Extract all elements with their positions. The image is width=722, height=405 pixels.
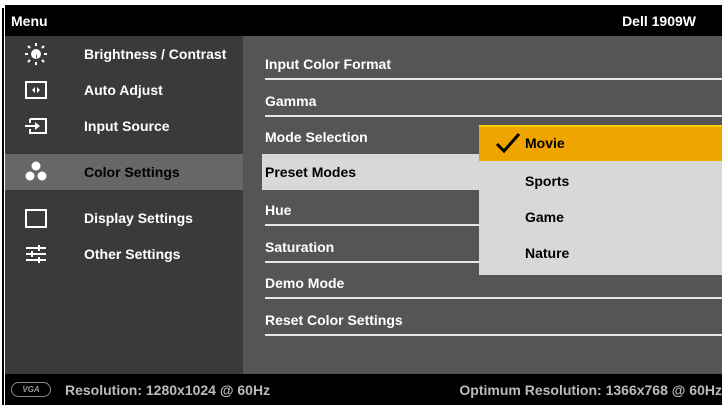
- sidebar: Brightness / Contrast Auto Adjust Input …: [5, 36, 243, 375]
- sidebar-item-label: Auto Adjust: [84, 82, 163, 98]
- vga-connector-icon: VGA: [11, 382, 51, 397]
- menu-row-input-color-format[interactable]: Input Color Format: [265, 46, 722, 80]
- menu-row-label: Demo Mode: [265, 275, 345, 291]
- optimum-resolution: Optimum Resolution: 1366x768 @ 60Hz: [459, 382, 722, 398]
- menu-row-label: Input Color Format: [265, 56, 391, 72]
- row-divider: [265, 78, 722, 80]
- sidebar-item-other-settings[interactable]: Other Settings: [5, 236, 243, 272]
- menu-row-preset-modes[interactable]: Preset Modes: [262, 154, 479, 190]
- brightness-icon: [23, 42, 49, 66]
- preset-option-sports[interactable]: Sports: [479, 163, 722, 199]
- menu-row-gamma[interactable]: Gamma: [265, 83, 722, 117]
- color-settings-icon: [23, 160, 49, 184]
- sidebar-item-color-settings[interactable]: Color Settings: [5, 154, 243, 190]
- preset-modes-submenu: Movie Sports Game Nature: [479, 125, 722, 275]
- menu-row-reset-color-settings[interactable]: Reset Color Settings: [265, 302, 722, 336]
- row-divider: [265, 115, 722, 117]
- preset-option-label: Game: [525, 209, 564, 225]
- preset-option-nature[interactable]: Nature: [479, 235, 722, 271]
- sidebar-item-label: Input Source: [84, 118, 170, 134]
- menu-row-label: Reset Color Settings: [265, 312, 403, 328]
- menu-row-label: Saturation: [265, 239, 335, 255]
- sidebar-item-display-settings[interactable]: Display Settings: [5, 200, 243, 236]
- sidebar-item-auto-adjust[interactable]: Auto Adjust: [5, 72, 243, 108]
- osd-footer: VGA Resolution: 1280x1024 @ 60Hz Optimum…: [5, 374, 722, 405]
- menu-row-label: Preset Modes: [265, 164, 357, 180]
- menu-title: Menu: [11, 13, 48, 29]
- preset-option-game[interactable]: Game: [479, 199, 722, 235]
- menu-row-label: Mode Selection: [265, 129, 368, 145]
- preset-option-label: Nature: [525, 245, 570, 261]
- row-divider: [265, 334, 722, 336]
- model-name: Dell 1909W: [622, 13, 696, 29]
- osd-header: Menu Dell 1909W: [5, 5, 722, 36]
- row-divider: [265, 297, 722, 299]
- sidebar-item-label: Other Settings: [84, 246, 181, 262]
- sidebar-item-label: Display Settings: [84, 210, 193, 226]
- menu-row-label: Gamma: [265, 93, 317, 109]
- auto-adjust-icon: [23, 78, 49, 102]
- display-settings-icon: [23, 206, 49, 230]
- current-resolution: Resolution: 1280x1024 @ 60Hz: [65, 382, 271, 398]
- menu-row-hue[interactable]: Hue: [265, 192, 480, 226]
- sidebar-item-input-source[interactable]: Input Source: [5, 108, 243, 144]
- checkmark-icon: [495, 132, 521, 157]
- row-divider: [265, 261, 480, 263]
- preset-option-label: Movie: [525, 135, 565, 151]
- menu-row-label: Hue: [265, 202, 292, 218]
- preset-option-movie[interactable]: Movie: [479, 125, 722, 161]
- menu-row-saturation[interactable]: Saturation: [265, 229, 480, 263]
- sidebar-item-label: Brightness / Contrast: [84, 46, 227, 62]
- sidebar-item-label: Color Settings: [84, 164, 180, 180]
- input-source-icon: [23, 114, 49, 138]
- preset-option-label: Sports: [525, 173, 570, 189]
- monitor-osd: Menu Dell 1909W Brightness / Contrast Au…: [5, 5, 722, 405]
- other-settings-icon: [23, 242, 49, 266]
- row-divider: [265, 224, 480, 226]
- sidebar-item-brightness-contrast[interactable]: Brightness / Contrast: [5, 36, 243, 72]
